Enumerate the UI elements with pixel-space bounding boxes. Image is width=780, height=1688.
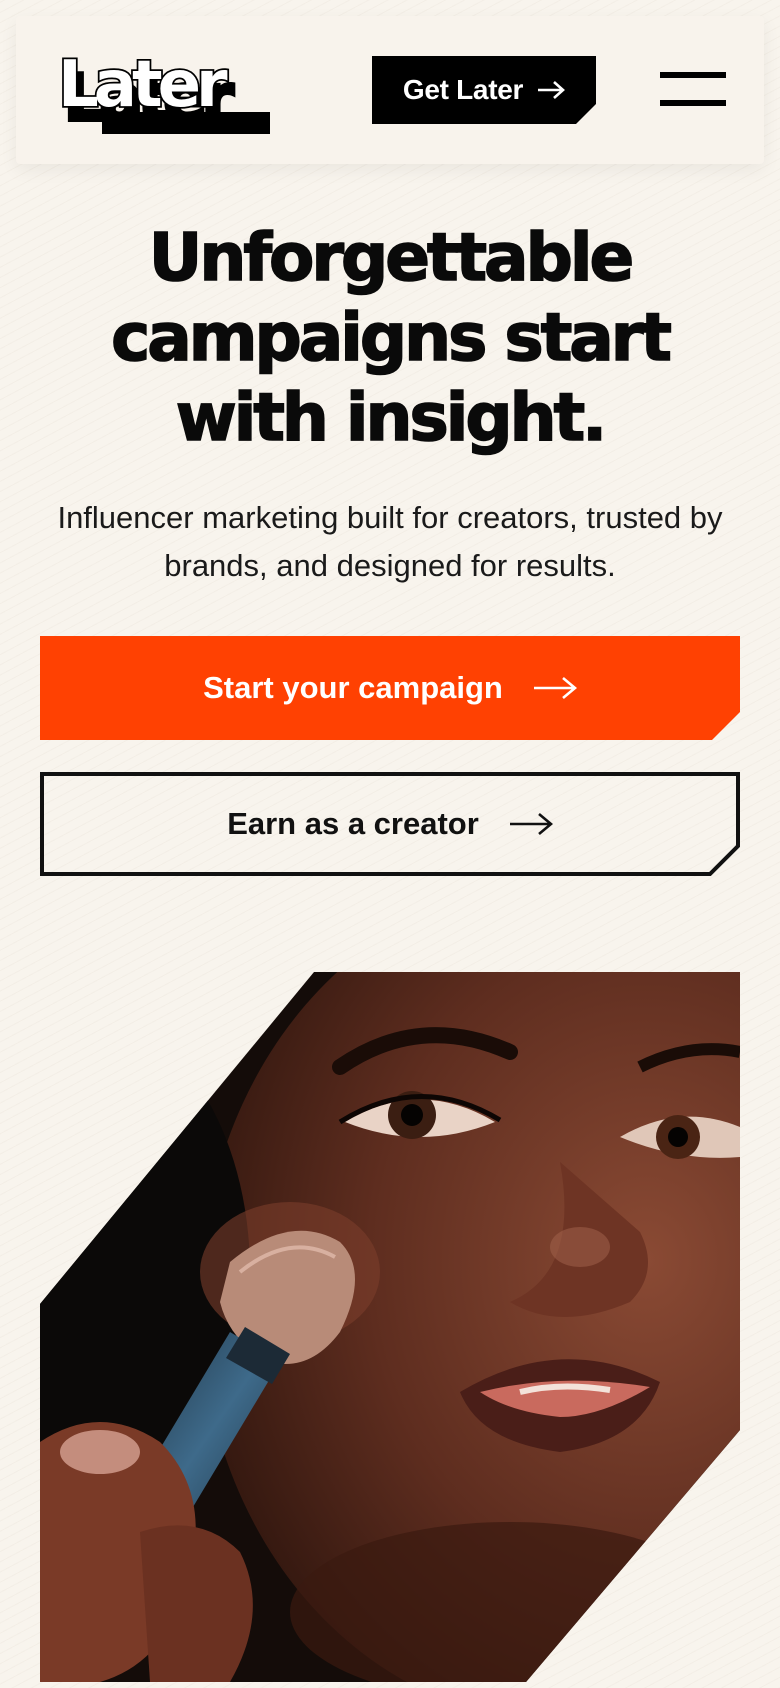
makeup-photo <box>40 972 740 1682</box>
hero-title-line-1: Unforgettable <box>148 218 635 297</box>
hamburger-menu-icon[interactable] <box>660 72 726 108</box>
earn-as-creator-button[interactable]: Earn as a creator <box>40 772 740 876</box>
hero-image <box>40 972 740 1682</box>
hero-title-line-2: campaigns start <box>110 298 672 377</box>
earn-as-creator-label: Earn as a creator <box>227 806 479 841</box>
logo-text: Later <box>58 54 228 122</box>
later-logo[interactable]: Later Later <box>56 54 276 140</box>
logo-mark: Later Later <box>56 54 270 138</box>
arrow-right-icon <box>533 676 577 700</box>
get-later-button[interactable]: Get Later <box>372 56 596 124</box>
hero-subtitle: Influencer marketing built for creators,… <box>57 500 723 583</box>
hero-title: Unforgettable campaigns start with insig… <box>40 218 740 458</box>
get-later-label: Get Later <box>402 74 524 105</box>
site-header: Later Later Get Later <box>16 16 764 164</box>
arrow-right-icon <box>537 80 565 100</box>
menu-bar-bottom <box>660 100 726 106</box>
start-campaign-button[interactable]: Start your campaign <box>40 636 740 740</box>
start-campaign-label: Start your campaign <box>203 670 503 705</box>
earn-as-creator-content: Earn as a creator <box>40 772 740 876</box>
menu-bar-top <box>660 72 726 78</box>
hero-title-line-3: with insight. <box>175 378 608 457</box>
arrow-right-icon <box>509 812 553 836</box>
